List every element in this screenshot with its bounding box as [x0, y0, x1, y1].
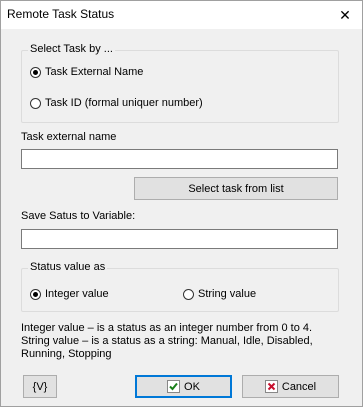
variables-button[interactable]: {V}	[23, 375, 57, 398]
select-task-group: Select Task by ...	[21, 43, 339, 123]
select-task-from-list-button[interactable]: Select task from list	[134, 177, 338, 200]
radio-integer-value[interactable]: Integer value	[30, 288, 109, 300]
radio-unchecked-icon	[183, 288, 194, 300]
radio-task-id[interactable]: Task ID (formal uniquer number)	[30, 97, 203, 109]
dialog-window: Remote Task Status ✕ Select Task by ... …	[0, 0, 363, 407]
select-task-legend: Select Task by ...	[28, 43, 115, 55]
radio-label: String value	[198, 288, 257, 300]
radio-checked-icon	[30, 66, 41, 78]
save-status-label: Save Satus to Variable:	[21, 210, 136, 222]
title-bar[interactable]: Remote Task Status ✕	[1, 1, 362, 29]
help-text: Integer value – is a status as an intege…	[21, 322, 346, 361]
radio-label: Integer value	[45, 288, 109, 300]
radio-label: Task ID (formal uniquer number)	[45, 97, 203, 109]
select-task-button-label: Select task from list	[188, 182, 284, 195]
task-name-input[interactable]	[21, 149, 338, 169]
save-status-input[interactable]	[21, 229, 338, 249]
window-title: Remote Task Status	[7, 7, 115, 21]
check-icon	[167, 380, 181, 393]
ok-button-label: OK	[184, 380, 200, 393]
radio-task-external-name[interactable]: Task External Name	[30, 66, 143, 78]
radio-label: Task External Name	[45, 66, 144, 78]
radio-checked-icon	[30, 288, 41, 300]
cancel-button-label: Cancel	[281, 380, 317, 393]
x-icon	[264, 380, 278, 393]
help-line-1: Integer value – is a status as an intege…	[21, 322, 313, 334]
variables-button-label: {V}	[32, 380, 48, 393]
cancel-button[interactable]: Cancel	[242, 375, 339, 398]
radio-unchecked-icon	[30, 97, 41, 109]
ok-button[interactable]: OK	[135, 375, 232, 398]
close-icon[interactable]: ✕	[334, 4, 356, 26]
status-value-legend: Status value as	[28, 261, 108, 273]
help-line-3: Running, Stopping	[21, 348, 112, 360]
help-line-2: String value – is a status as a string: …	[21, 335, 313, 347]
radio-string-value[interactable]: String value	[183, 288, 256, 300]
task-name-label: Task external name	[21, 131, 117, 143]
